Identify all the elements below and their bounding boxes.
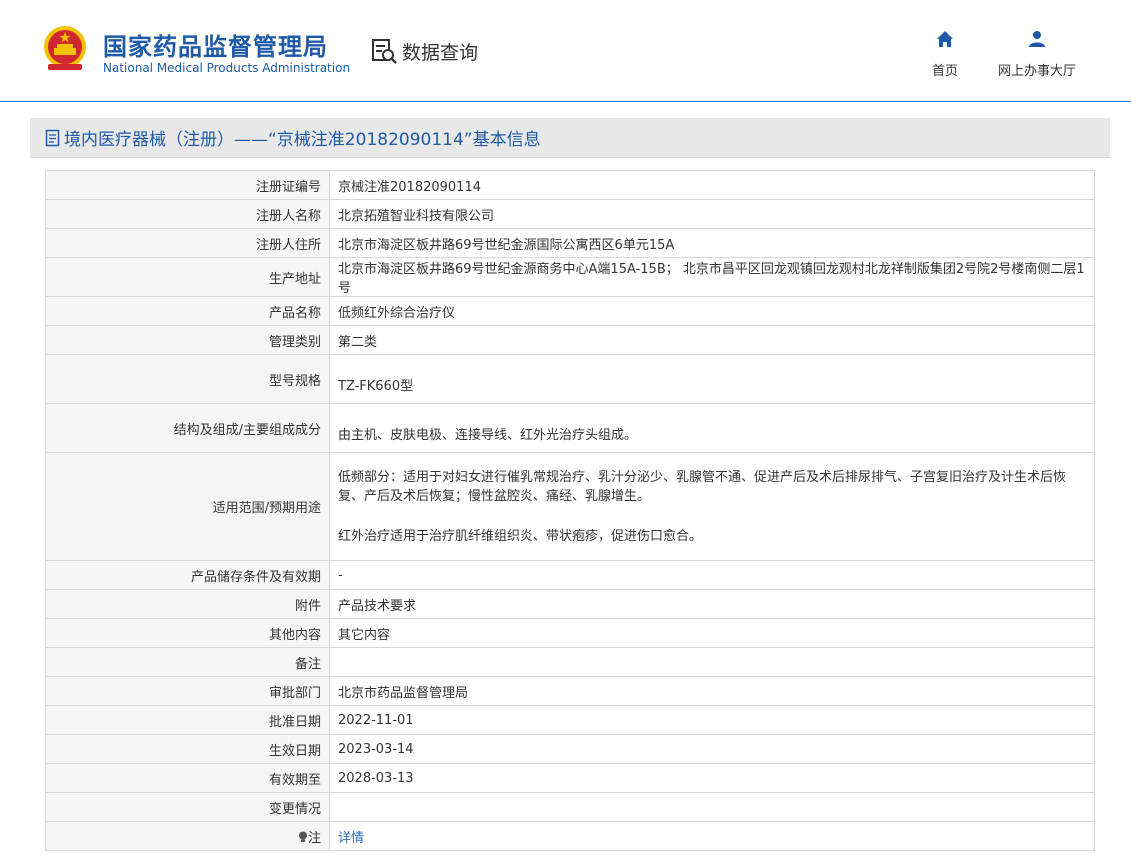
field-value: 北京市海淀区板井路69号世纪金源商务中心A端15A-15B； 北京市昌平区回龙观… — [329, 257, 1095, 297]
nav-hall-label: 网上办事大厅 — [997, 64, 1076, 79]
field-value: 低频红外综合治疗仪 — [329, 296, 1095, 326]
field-value: 第二类 — [329, 325, 1095, 355]
table-row: 变更情况 — [45, 792, 1095, 822]
field-value: TZ-FK660型 — [329, 354, 1095, 404]
page-name: 数据查询 — [402, 41, 479, 64]
details-link[interactable]: 详情 — [338, 831, 364, 846]
detail-panel: 境内医疗器械（注册）——“京械注准20182090114”基本信息 注册证编号 … — [30, 118, 1110, 858]
national-emblem-icon — [44, 26, 86, 70]
field-value: 2022-11-01 — [329, 705, 1095, 735]
table-row: 批准日期 2022-11-01 — [45, 705, 1095, 735]
table-row: 备注 — [45, 647, 1095, 677]
site-header: 国家药品监督管理局 National Medical Products Admi… — [0, 0, 1131, 102]
table-row: 产品名称 低频红外综合治疗仪 — [45, 296, 1095, 326]
field-value-scope: 低频部分：适用于对妇女进行催乳常规治疗、乳汁分泌少、乳腺管不通、促进产后及术后排… — [329, 452, 1095, 561]
field-label: 审批部门 — [45, 676, 330, 706]
table-row: 注册证编号 京械注准20182090114 — [45, 170, 1095, 200]
table-row: 附件 产品技术要求 — [45, 589, 1095, 619]
table-row: 型号规格 TZ-FK660型 — [45, 354, 1095, 404]
scope-paragraph: 低频部分：适用于对妇女进行催乳常规治疗、乳汁分泌少、乳腺管不通、促进产后及术后排… — [338, 469, 1067, 504]
lightbulb-icon — [298, 831, 307, 842]
field-value: 2028-03-13 — [329, 763, 1095, 793]
table-row: 有效期至 2028-03-13 — [45, 763, 1095, 793]
org-name-cn: 国家药品监督管理局 — [103, 33, 328, 61]
home-icon — [937, 31, 953, 47]
field-label: 产品名称 — [45, 296, 330, 326]
field-value: 北京市药品监督管理局 — [329, 676, 1095, 706]
table-row: 审批部门 北京市药品监督管理局 — [45, 676, 1095, 706]
field-value — [329, 792, 1095, 822]
nav-online-service-hall[interactable]: 网上办事大厅 — [994, 30, 1080, 79]
field-value: - — [329, 560, 1095, 590]
field-label: 有效期至 — [45, 763, 330, 793]
table-row: 管理类别 第二类 — [45, 325, 1095, 355]
field-label: 注册证编号 — [45, 170, 330, 200]
table-row: 注 详情 — [45, 821, 1095, 851]
field-value — [329, 647, 1095, 677]
table-row: 结构及组成/主要组成成分 由主机、皮肤电极、连接导线、红外光治疗头组成。 — [45, 403, 1095, 453]
field-label: 变更情况 — [45, 792, 330, 822]
field-label: 注册人名称 — [45, 199, 330, 229]
panel-title-bar: 境内医疗器械（注册）——“京械注准20182090114”基本信息 — [30, 118, 1110, 158]
field-label: 生产地址 — [45, 257, 330, 297]
field-label-note: 注 — [45, 821, 330, 851]
field-value: 2023-03-14 — [329, 734, 1095, 764]
field-value: 北京拓殖智业科技有限公司 — [329, 199, 1095, 229]
document-search-icon — [372, 39, 397, 64]
field-label: 批准日期 — [45, 705, 330, 735]
field-value: 京械注准20182090114 — [329, 170, 1095, 200]
table-row: 生效日期 2023-03-14 — [45, 734, 1095, 764]
field-value: 详情 — [329, 821, 1095, 851]
field-label: 型号规格 — [45, 354, 330, 404]
registration-info-table: 注册证编号 京械注准20182090114 注册人名称 北京拓殖智业科技有限公司… — [45, 170, 1095, 851]
document-icon — [45, 129, 60, 146]
table-row: 其他内容 其它内容 — [45, 618, 1095, 648]
table-row: 生产地址 北京市海淀区板井路69号世纪金源商务中心A端15A-15B； 北京市昌… — [45, 257, 1095, 297]
table-row: 产品储存条件及有效期 - — [45, 560, 1095, 590]
field-value: 产品技术要求 — [329, 589, 1095, 619]
field-label: 注册人住所 — [45, 228, 330, 258]
field-label: 产品储存条件及有效期 — [45, 560, 330, 590]
table-row: 注册人住所 北京市海淀区板井路69号世纪金源国际公寓西区6单元15A — [45, 228, 1095, 258]
nav-home[interactable]: 首页 — [928, 30, 962, 79]
field-label: 管理类别 — [45, 325, 330, 355]
note-label: 注 — [307, 830, 321, 846]
table-row: 注册人名称 北京拓殖智业科技有限公司 — [45, 199, 1095, 229]
field-value: 由主机、皮肤电极、连接导线、红外光治疗头组成。 — [329, 403, 1095, 453]
field-label: 适用范围/预期用途 — [45, 452, 330, 561]
nav-home-label: 首页 — [931, 64, 958, 79]
user-icon — [1029, 31, 1045, 47]
field-label: 附件 — [45, 589, 330, 619]
scope-paragraph: 红外治疗适用于治疗肌纤维组织炎、带状疱疹，促进伤口愈合。 — [338, 528, 703, 544]
data-query-heading: 数据查询 — [370, 36, 478, 66]
org-name-en: National Medical Products Administration — [103, 61, 351, 75]
field-label: 生效日期 — [45, 734, 330, 764]
field-label: 备注 — [45, 647, 330, 677]
field-value: 北京市海淀区板井路69号世纪金源国际公寓西区6单元15A — [329, 228, 1095, 258]
panel-title: 境内医疗器械（注册）——“京械注准20182090114”基本信息 — [64, 130, 541, 150]
field-label: 结构及组成/主要组成成分 — [45, 403, 330, 453]
field-value: 其它内容 — [329, 618, 1095, 648]
table-row: 适用范围/预期用途 低频部分：适用于对妇女进行催乳常规治疗、乳汁分泌少、乳腺管不… — [45, 452, 1095, 561]
field-label: 其他内容 — [45, 618, 330, 648]
